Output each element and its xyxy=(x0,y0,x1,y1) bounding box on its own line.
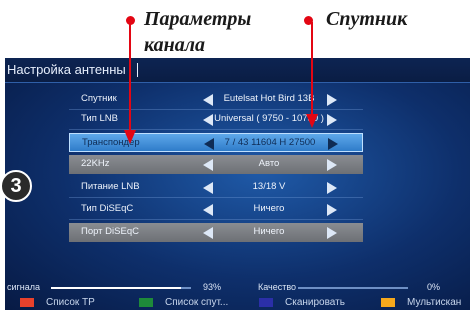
callout-arrows xyxy=(124,22,318,144)
satellite-arrowhead xyxy=(306,114,318,128)
channel-params-arrowhead xyxy=(124,130,136,144)
